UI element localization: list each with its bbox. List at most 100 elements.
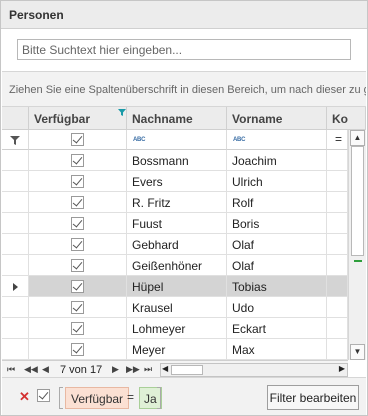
- column-filter-icon[interactable]: [118, 109, 126, 116]
- filter-cell-verfuegbar[interactable]: [29, 130, 127, 150]
- vorname-cell[interactable]: Joachim: [227, 150, 327, 171]
- verfuegbar-checkbox[interactable]: [71, 154, 84, 168]
- verfuegbar-checkbox[interactable]: [71, 343, 84, 357]
- column-header-label: Nachname: [132, 112, 193, 126]
- data-navigator: ⏮ ◀◀ ◀ 7 von 17 ▶ ▶▶ ⏭ ◀ ▶: [2, 360, 348, 378]
- filter-field[interactable]: Verfügbar: [65, 387, 130, 409]
- group-panel[interactable]: Ziehen Sie eine Spaltenüberschrift in di…: [2, 72, 366, 107]
- column-header-vorname[interactable]: Vorname: [227, 107, 327, 130]
- nachname-cell[interactable]: Hüpel: [127, 276, 227, 297]
- verfuegbar-checkbox[interactable]: [71, 175, 84, 189]
- nachname-cell[interactable]: Fuust: [127, 213, 227, 234]
- ko-cell[interactable]: [327, 255, 348, 276]
- ko-cell[interactable]: [327, 339, 348, 360]
- table-row[interactable]: Geißenhöner Olaf: [2, 255, 348, 276]
- verfuegbar-checkbox[interactable]: [71, 217, 84, 231]
- panel-header: Personen: [1, 1, 367, 29]
- filter-cell-ko[interactable]: =: [327, 130, 348, 150]
- ko-cell[interactable]: [327, 234, 348, 255]
- row-indicator: [2, 150, 29, 171]
- nachname-cell[interactable]: Bossmann: [127, 150, 227, 171]
- scroll-position-marker: [354, 260, 362, 262]
- verfuegbar-checkbox[interactable]: [71, 280, 84, 294]
- search-input[interactable]: [17, 39, 351, 60]
- nachname-cell[interactable]: Meyer: [127, 339, 227, 360]
- table-row[interactable]: Bossmann Joachim: [2, 150, 348, 171]
- prev-page-button[interactable]: ◀◀: [24, 364, 38, 375]
- table-row[interactable]: Krausel Udo: [2, 297, 348, 318]
- vorname-cell[interactable]: Olaf: [227, 234, 327, 255]
- vorname-cell[interactable]: Eckart: [227, 318, 327, 339]
- nachname-cell[interactable]: Lohmeyer: [127, 318, 227, 339]
- first-record-button[interactable]: ⏮: [7, 364, 15, 375]
- vorname-cell[interactable]: Tobias: [227, 276, 327, 297]
- prev-record-button[interactable]: ◀: [42, 364, 49, 375]
- vertical-scrollbar[interactable]: ▲ ▼: [348, 130, 366, 360]
- scroll-down-button[interactable]: ▼: [350, 344, 365, 360]
- ko-cell[interactable]: [327, 213, 348, 234]
- vorname-cell[interactable]: Max: [227, 339, 327, 360]
- filter-operator: =: [335, 132, 343, 146]
- row-indicator: [2, 339, 29, 360]
- scroll-right-button[interactable]: ▶: [339, 364, 345, 373]
- scroll-left-button[interactable]: ◀: [162, 364, 168, 373]
- next-record-button[interactable]: ▶: [112, 364, 119, 375]
- vorname-cell[interactable]: Rolf: [227, 192, 327, 213]
- filter-operator[interactable]: =: [127, 390, 134, 404]
- table-row[interactable]: Meyer Max: [2, 339, 348, 360]
- panel-title: Personen: [9, 8, 64, 22]
- filter-checkbox[interactable]: [71, 133, 84, 146]
- text-filter-icon: abc: [233, 137, 246, 143]
- clear-filter-icon[interactable]: ✕: [19, 389, 30, 405]
- row-indicator: [2, 192, 29, 213]
- horizontal-scrollbar[interactable]: ◀ ▶: [160, 363, 348, 377]
- ko-cell[interactable]: [327, 318, 348, 339]
- table-row[interactable]: Lohmeyer Eckart: [2, 318, 348, 339]
- horizontal-scroll-thumb[interactable]: [171, 365, 203, 375]
- table-row[interactable]: Fuust Boris: [2, 213, 348, 234]
- nachname-cell[interactable]: Evers: [127, 171, 227, 192]
- row-indicator: [2, 234, 29, 255]
- column-header-verfuegbar[interactable]: Verfügbar: [29, 107, 127, 130]
- filter-enabled-checkbox[interactable]: [37, 389, 50, 402]
- text-filter-icon: abc: [133, 137, 146, 143]
- last-record-button[interactable]: ⏭: [144, 364, 152, 375]
- current-row-arrow-icon: [13, 283, 18, 291]
- vorname-cell[interactable]: Ulrich: [227, 171, 327, 192]
- ko-cell[interactable]: [327, 171, 348, 192]
- vorname-cell[interactable]: Udo: [227, 297, 327, 318]
- edit-filter-button[interactable]: Filter bearbeiten: [267, 385, 359, 410]
- nachname-cell[interactable]: R. Fritz: [127, 192, 227, 213]
- table-row[interactable]: R. Fritz Rolf: [2, 192, 348, 213]
- verfuegbar-checkbox[interactable]: [71, 301, 84, 315]
- vorname-cell[interactable]: Olaf: [227, 255, 327, 276]
- verfuegbar-checkbox[interactable]: [71, 196, 84, 210]
- table-row[interactable]: Evers Ulrich: [2, 171, 348, 192]
- nachname-cell[interactable]: Gebhard: [127, 234, 227, 255]
- filter-cell-nachname[interactable]: abc: [127, 130, 227, 150]
- filter-cell-vorname[interactable]: abc: [227, 130, 327, 150]
- scroll-thumb[interactable]: [351, 146, 364, 256]
- verfuegbar-checkbox[interactable]: [71, 322, 84, 336]
- next-page-button[interactable]: ▶▶: [126, 364, 140, 375]
- row-indicator: [2, 276, 29, 297]
- nachname-cell[interactable]: Krausel: [127, 297, 227, 318]
- indicator-header: [2, 107, 29, 130]
- nachname-cell[interactable]: Geißenhöner: [127, 255, 227, 276]
- column-header-nachname[interactable]: Nachname: [127, 107, 227, 130]
- row-indicator: [2, 297, 29, 318]
- verfuegbar-checkbox[interactable]: [71, 238, 84, 252]
- ko-cell[interactable]: [327, 192, 348, 213]
- table-row-selected[interactable]: Hüpel Tobias: [2, 276, 348, 297]
- table-row[interactable]: Gebhard Olaf: [2, 234, 348, 255]
- column-header-ko[interactable]: Ko: [327, 107, 366, 130]
- group-panel-hint: Ziehen Sie eine Spaltenüberschrift in di…: [9, 84, 366, 96]
- filter-bracket-right: [157, 387, 161, 409]
- vorname-cell[interactable]: Boris: [227, 213, 327, 234]
- scroll-up-button[interactable]: ▲: [350, 130, 365, 146]
- ko-cell[interactable]: [327, 150, 348, 171]
- column-header-label: Ko: [332, 112, 348, 126]
- ko-cell[interactable]: [327, 297, 348, 318]
- ko-cell[interactable]: [327, 276, 348, 297]
- verfuegbar-checkbox[interactable]: [71, 259, 84, 273]
